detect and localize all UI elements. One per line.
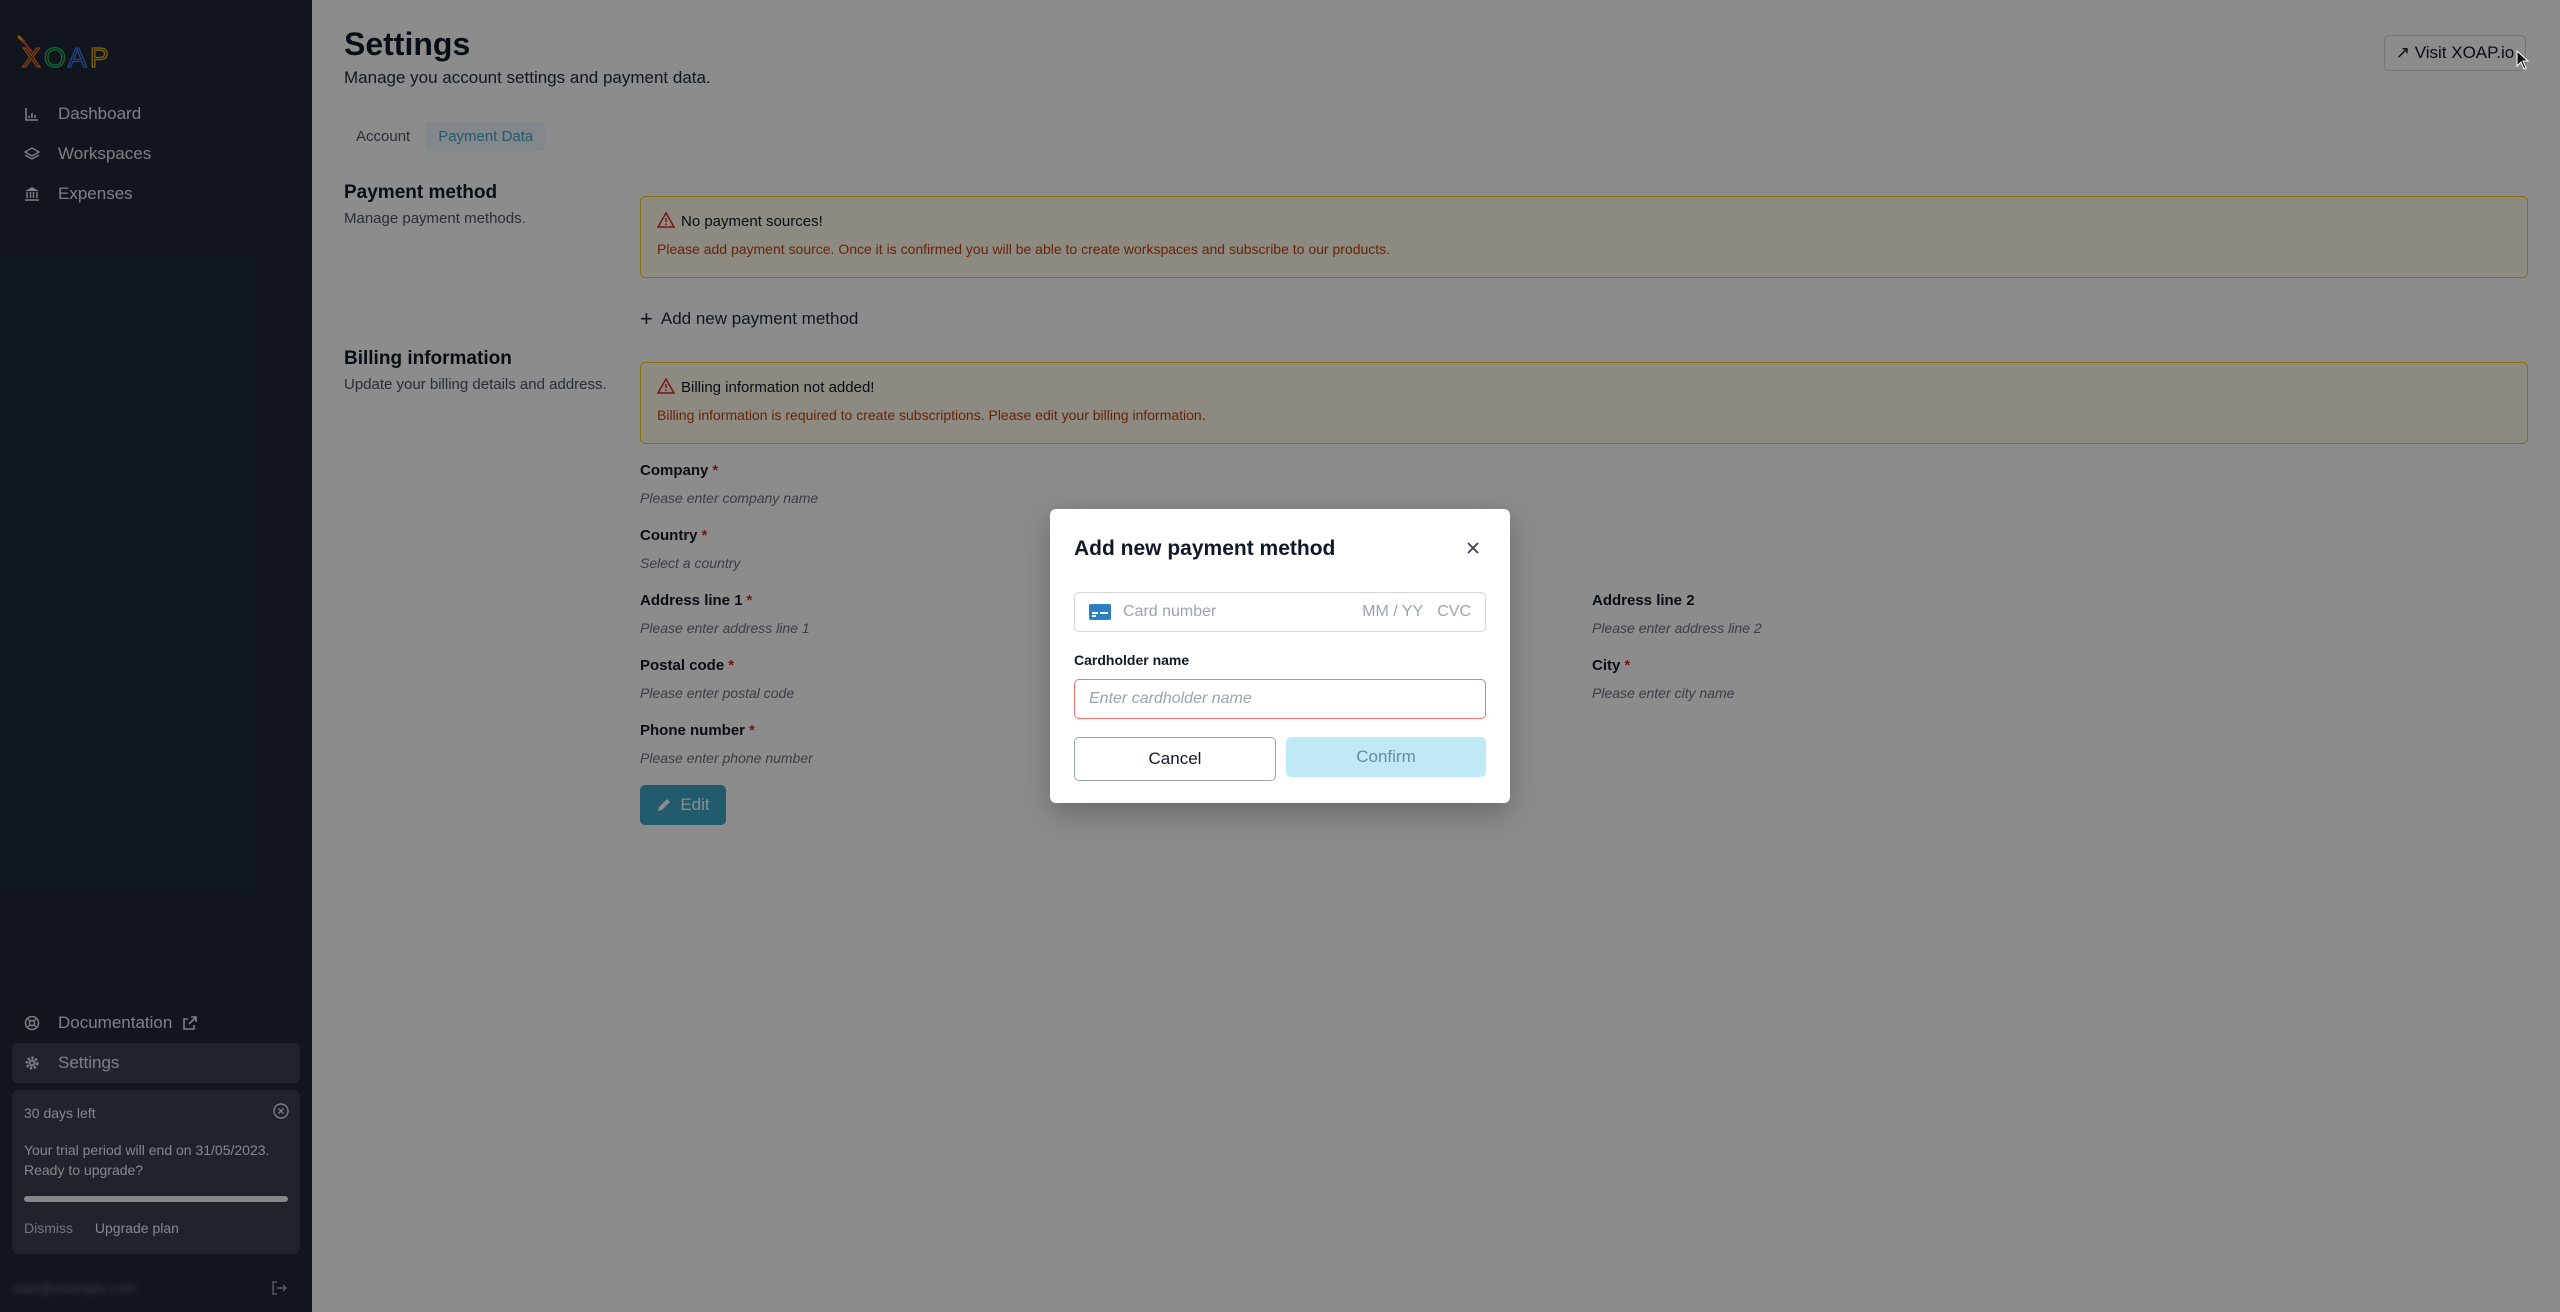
credit-card-icon [1089,604,1111,620]
card-details-input[interactable]: Card number MM / YY CVC [1074,592,1486,632]
expiry-placeholder: MM / YY [1362,603,1424,620]
cardholder-label: Cardholder name [1074,652,1190,668]
mouse-cursor-icon [2516,49,2530,70]
close-icon[interactable] [1464,539,1482,557]
confirm-button[interactable]: Confirm [1286,737,1486,777]
add-payment-method-dialog: Add new payment method Card number MM / … [1050,509,1510,803]
cvc-placeholder: CVC [1437,603,1471,620]
card-number-placeholder: Card number [1123,603,1217,620]
modal-title: Add new payment method [1074,537,1336,560]
cardholder-name-input[interactable] [1074,679,1486,719]
cancel-button[interactable]: Cancel [1074,737,1276,781]
